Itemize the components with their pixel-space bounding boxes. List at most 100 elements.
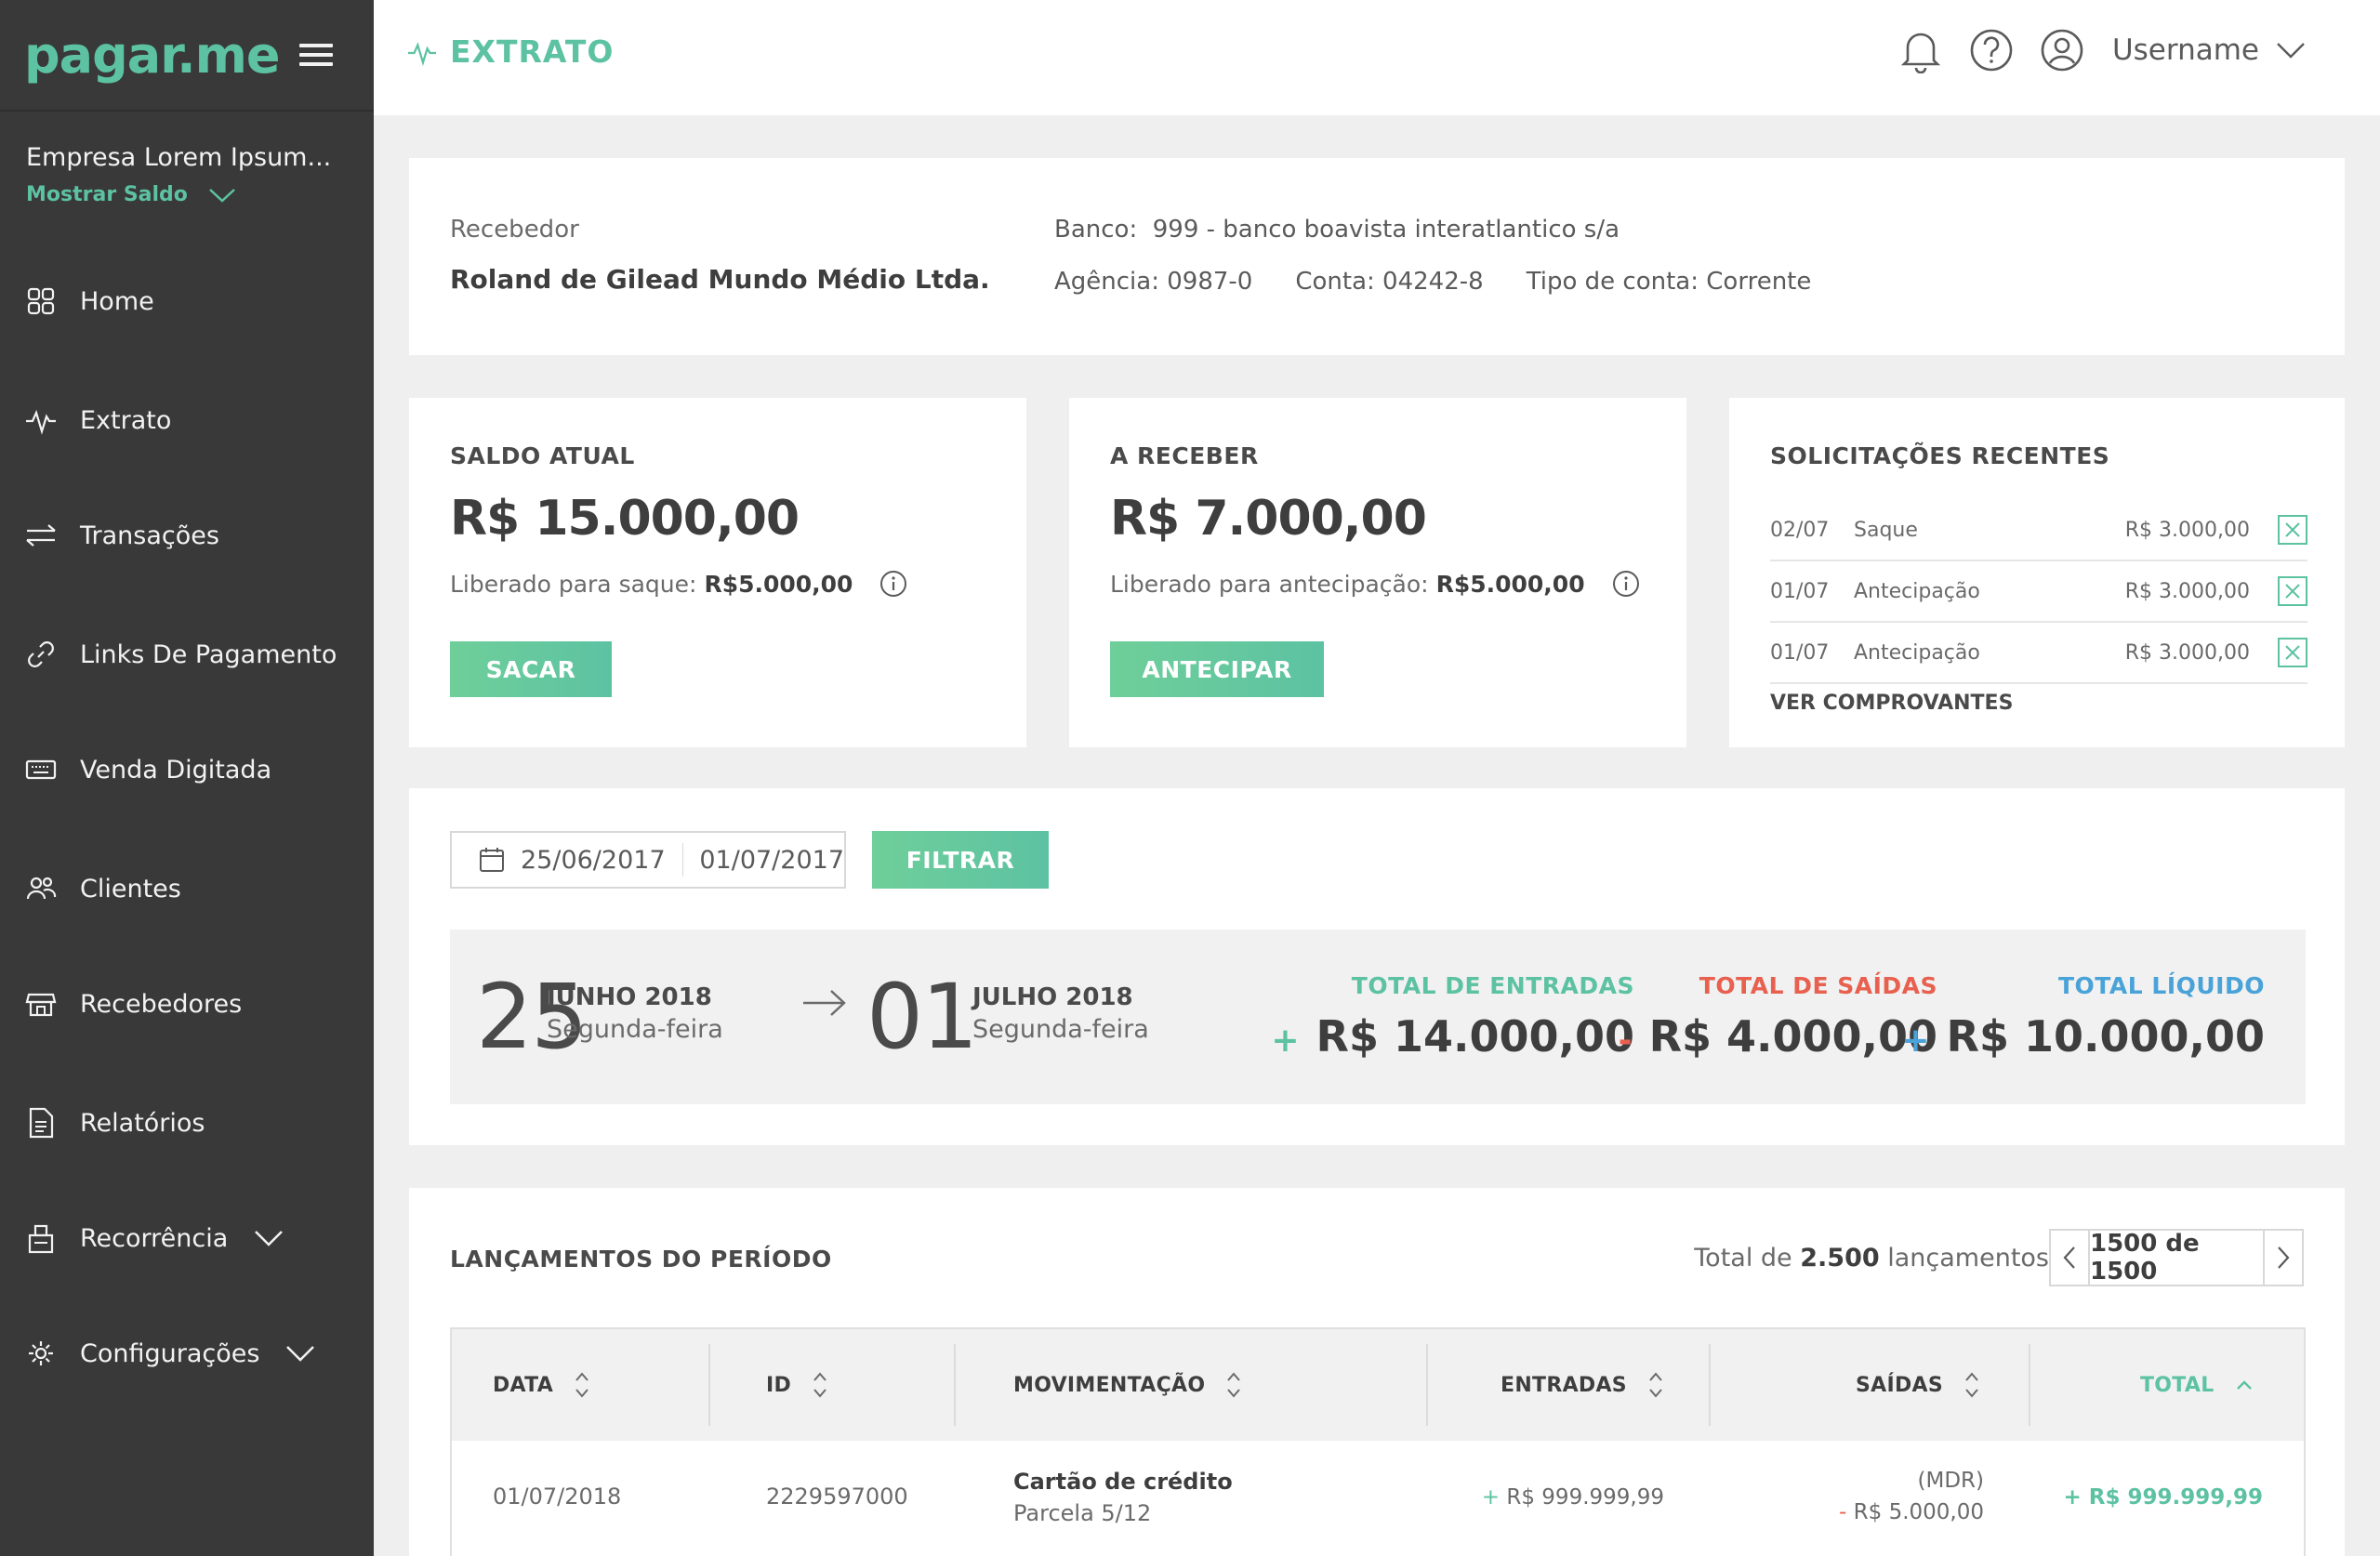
request-value: R$ 3.000,00	[2124, 640, 2250, 665]
sort-icon	[813, 1372, 826, 1398]
saldo-available-value: R$5.000,00	[704, 570, 853, 598]
account-value: 04242-8	[1382, 268, 1484, 296]
nav-item-relatorios[interactable]: Relatórios	[0, 1086, 374, 1160]
logo-bar: pagar.me	[0, 0, 374, 112]
column-header-movimentacao[interactable]: MOVIMENTAÇÃO	[1013, 1329, 1242, 1441]
sort-icon	[1227, 1372, 1241, 1398]
chevron-down-icon[interactable]	[285, 1344, 315, 1363]
nav-item-extrato[interactable]: Extrato	[0, 383, 374, 457]
cell-mov-sub: Parcela 5/12	[1013, 1500, 1152, 1526]
lancamentos-count: Total de 2.500 lançamentos	[1694, 1244, 2049, 1272]
user-menu[interactable]: Username	[2112, 33, 2306, 67]
document-icon	[24, 1106, 58, 1140]
nav-label: Home	[80, 286, 154, 316]
show-balance-toggle[interactable]: Mostrar Saldo	[26, 183, 348, 206]
total-saidas-amount: R$ 4.000,00	[1648, 1011, 1937, 1062]
saldo-available: Liberado para saque: R$5.000,00	[450, 569, 908, 599]
start-month: JUNHO 2018	[547, 983, 712, 1011]
column-label: DATA	[493, 1373, 554, 1397]
areceber-value: R$ 7.000,00	[1110, 491, 1427, 547]
antecipar-button[interactable]: ANTECIPAR	[1110, 641, 1324, 697]
column-label: SAÍDAS	[1856, 1373, 1943, 1397]
arrow-right-icon	[803, 990, 846, 1016]
nav-item-venda-digitada[interactable]: Venda Digitada	[0, 732, 374, 807]
chevron-right-icon[interactable]	[2265, 1231, 2302, 1285]
recebedor-label: Recebedor	[450, 216, 579, 244]
column-header-entradas[interactable]: ENTRADAS	[1501, 1329, 1664, 1441]
chevron-down-icon[interactable]	[254, 1229, 284, 1247]
nav-item-links-pagamento[interactable]: Links De Pagamento	[0, 617, 374, 692]
top-header: EXTRATO Username	[374, 0, 2380, 115]
date-range-input[interactable]: 25/06/2017 01/07/2017	[450, 831, 846, 889]
column-divider	[2029, 1344, 2030, 1426]
filtrar-button[interactable]: FILTRAR	[872, 831, 1049, 889]
end-day: 01	[866, 965, 978, 1069]
brand-logo[interactable]: pagar.me	[24, 26, 281, 85]
table-row[interactable]: 01/07/2018 2229597000 Cartão de crédito …	[452, 1441, 2304, 1556]
nav-item-transacoes[interactable]: Transações	[0, 498, 374, 573]
request-date: 01/07	[1770, 640, 1830, 665]
saldo-title: SALDO ATUAL	[450, 442, 635, 469]
account-type-value: Corrente	[1706, 268, 1812, 296]
nav-label: Venda Digitada	[80, 755, 272, 785]
request-date: 02/07	[1770, 518, 1830, 542]
column-header-total[interactable]: TOTAL	[2140, 1329, 2254, 1441]
column-header-data[interactable]: DATA	[493, 1329, 590, 1441]
request-type: Antecipação	[1854, 640, 1980, 665]
info-icon[interactable]	[1611, 569, 1641, 599]
cancel-request-icon[interactable]	[2278, 576, 2307, 606]
solicitacoes-list: 02/07 Saque R$ 3.000,00 01/07 Antecipaçã…	[1770, 500, 2307, 684]
chevron-left-icon[interactable]	[2051, 1231, 2088, 1285]
recurrence-icon	[24, 1221, 58, 1255]
column-divider	[954, 1344, 956, 1426]
account-info: Agência: 0987-0 Conta: 04242-8 Tipo de c…	[1054, 268, 1811, 296]
end-weekday: Segunda-feira	[972, 1015, 1149, 1044]
total-entradas-label: TOTAL DE ENTRADAS	[1351, 972, 1634, 999]
cancel-request-icon[interactable]	[2278, 515, 2307, 545]
a-receber-card: A RECEBER R$ 7.000,00 Liberado para ante…	[1069, 398, 1686, 747]
bell-icon[interactable]	[1897, 26, 1945, 74]
total-prefix: Total de	[1694, 1244, 1792, 1272]
nav-item-recebedores[interactable]: Recebedores	[0, 967, 374, 1041]
nav-label: Links De Pagamento	[80, 640, 337, 669]
username-label: Username	[2111, 33, 2259, 67]
list-item: 01/07 Antecipação R$ 3.000,00	[1770, 623, 2307, 684]
total-saidas-label: TOTAL DE SAÍDAS	[1699, 972, 1937, 999]
cell-saida: - R$ 5.000,00	[1839, 1500, 1984, 1524]
agency-label: Agência:	[1054, 268, 1159, 296]
ver-comprovantes-link[interactable]: VER COMPROVANTES	[1770, 692, 2013, 715]
end-date-value: 01/07/2017	[699, 845, 844, 875]
column-label: MOVIMENTAÇÃO	[1013, 1373, 1206, 1397]
nav-item-recorrencia[interactable]: Recorrência	[0, 1201, 374, 1275]
solicitacoes-recentes-card: SOLICITAÇÕES RECENTES 02/07 Saque R$ 3.0…	[1729, 398, 2345, 747]
nav-item-home[interactable]: Home	[0, 264, 374, 338]
sort-icon	[575, 1372, 588, 1398]
plus-sign: +	[1271, 1022, 1300, 1060]
cell-entrada: + R$ 999.999,99	[1482, 1485, 1664, 1510]
total-entradas-amount: R$ 14.000,00	[1316, 1011, 1634, 1062]
sacar-button[interactable]: SACAR	[450, 641, 612, 697]
column-header-id[interactable]: ID	[766, 1329, 828, 1441]
menu-icon[interactable]	[299, 44, 333, 66]
help-icon[interactable]	[1967, 26, 2016, 74]
user-avatar-icon[interactable]	[2038, 26, 2086, 74]
saldo-value: R$ 15.000,00	[450, 491, 800, 547]
company-name[interactable]: Empresa Lorem Ipsum...	[26, 143, 348, 172]
list-item: 01/07 Antecipação R$ 3.000,00	[1770, 561, 2307, 623]
cell-mov-title: Cartão de crédito	[1013, 1469, 1233, 1495]
cancel-request-icon[interactable]	[2278, 638, 2307, 667]
column-header-saidas[interactable]: SAÍDAS	[1856, 1329, 1980, 1441]
plus-sign: +	[1901, 1022, 1930, 1060]
nav-item-clientes[interactable]: Clientes	[0, 851, 374, 926]
users-icon	[24, 872, 58, 905]
nav-item-configuracoes[interactable]: Configurações	[0, 1316, 374, 1391]
total-count: 2.500	[1800, 1244, 1880, 1272]
info-icon[interactable]	[879, 569, 908, 599]
transfer-icon	[24, 519, 58, 552]
grid-icon	[24, 284, 58, 318]
start-date-value: 25/06/2017	[521, 845, 666, 875]
sort-icon	[1965, 1372, 1978, 1398]
areceber-available: Liberado para antecipação: R$5.000,00	[1110, 569, 1641, 599]
cell-id: 2229597000	[766, 1483, 908, 1510]
lancamentos-card: LANÇAMENTOS DO PERÍODO Total de 2.500 la…	[409, 1188, 2345, 1556]
